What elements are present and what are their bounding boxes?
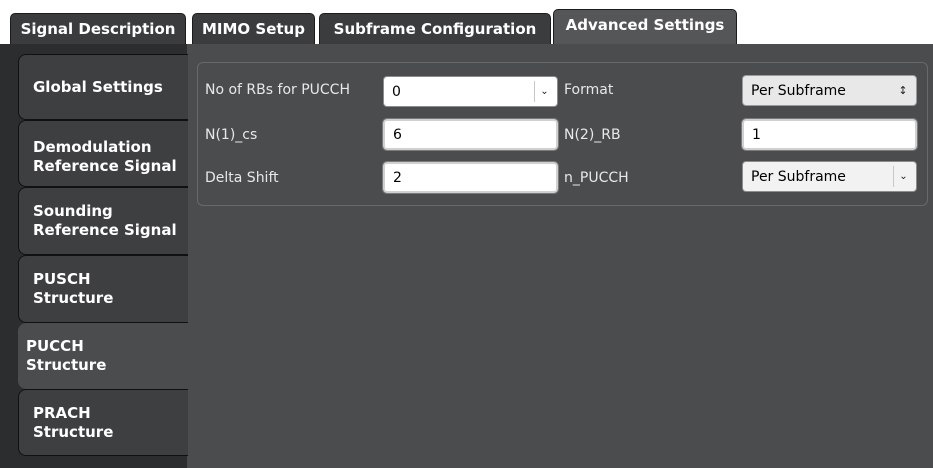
side-tab-label-line2: Reference Signal xyxy=(33,221,177,239)
n-pucch-label: n_PUCCH xyxy=(564,170,629,186)
side-tab-prach-structure[interactable]: PRACH Structure xyxy=(18,389,188,456)
side-tab-sounding-reference-signal[interactable]: Sounding Reference Signal xyxy=(18,187,188,255)
format-value: Per Subframe xyxy=(751,82,846,99)
tab-label: MIMO Setup xyxy=(202,20,305,38)
delta-shift-input[interactable]: 2 xyxy=(382,161,559,194)
tab-label: Signal Description xyxy=(20,20,176,38)
n-pucch-dropdown[interactable]: Per Subframe ⌄ xyxy=(742,161,917,192)
side-tab-pucch-structure[interactable]: PUCCH Structure xyxy=(18,323,188,389)
chevron-down-icon[interactable]: ⌄ xyxy=(534,81,554,102)
top-tab-bar: Signal Description MIMO Setup Subframe C… xyxy=(0,0,933,44)
n1-cs-value: 6 xyxy=(393,126,402,143)
side-tab-label-line1: PUCCH xyxy=(26,337,84,355)
side-tab-label-line1: Demodulation xyxy=(33,137,152,156)
no-rbs-value: 0 xyxy=(392,83,401,100)
side-tab-label-line1: PRACH xyxy=(33,403,91,422)
side-tab-label-line2: Structure xyxy=(33,422,114,441)
no-rbs-dropdown[interactable]: 0 ⌄ xyxy=(383,76,558,107)
tab-advanced-settings[interactable]: Advanced Settings xyxy=(553,9,737,44)
tab-signal-description[interactable]: Signal Description xyxy=(10,13,186,44)
tab-label: Advanced Settings xyxy=(565,16,725,34)
side-tab-label-line1: PUSCH xyxy=(33,270,91,288)
side-tab-label-line2: Structure xyxy=(33,289,114,307)
up-down-arrows-icon[interactable]: ↕ xyxy=(893,80,913,101)
tab-label: Subframe Configuration xyxy=(333,20,537,38)
delta-shift-label: Delta Shift xyxy=(205,170,279,186)
format-select[interactable]: Per Subframe ↕ xyxy=(742,75,917,106)
side-tab-label-line2: Structure xyxy=(26,356,107,374)
n-pucch-value: Per Subframe xyxy=(751,168,846,185)
tab-subframe-configuration[interactable]: Subframe Configuration xyxy=(319,13,551,44)
tab-mimo-setup[interactable]: MIMO Setup xyxy=(192,13,315,44)
side-tab-label-line1: Sounding xyxy=(33,202,113,220)
chevron-down-icon[interactable]: ⌄ xyxy=(893,166,913,187)
side-tab-pusch-structure[interactable]: PUSCH Structure xyxy=(18,255,188,323)
n1-cs-label: N(1)_cs xyxy=(205,127,258,143)
n2-rb-input[interactable]: 1 xyxy=(741,118,918,151)
delta-shift-value: 2 xyxy=(393,169,402,186)
side-tab-global-settings[interactable]: Global Settings xyxy=(18,54,188,120)
side-tab-label-line2: Reference Signal xyxy=(33,156,177,175)
no-rbs-label: No of RBs for PUCCH xyxy=(205,82,350,98)
n1-cs-input[interactable]: 6 xyxy=(382,118,559,151)
n2-rb-label: N(2)_RB xyxy=(564,127,621,143)
n2-rb-value: 1 xyxy=(752,126,761,143)
side-tab-label: Global Settings xyxy=(33,77,163,96)
side-tab-demodulation-reference-signal[interactable]: Demodulation Reference Signal xyxy=(18,120,188,187)
format-label: Format xyxy=(564,82,614,98)
